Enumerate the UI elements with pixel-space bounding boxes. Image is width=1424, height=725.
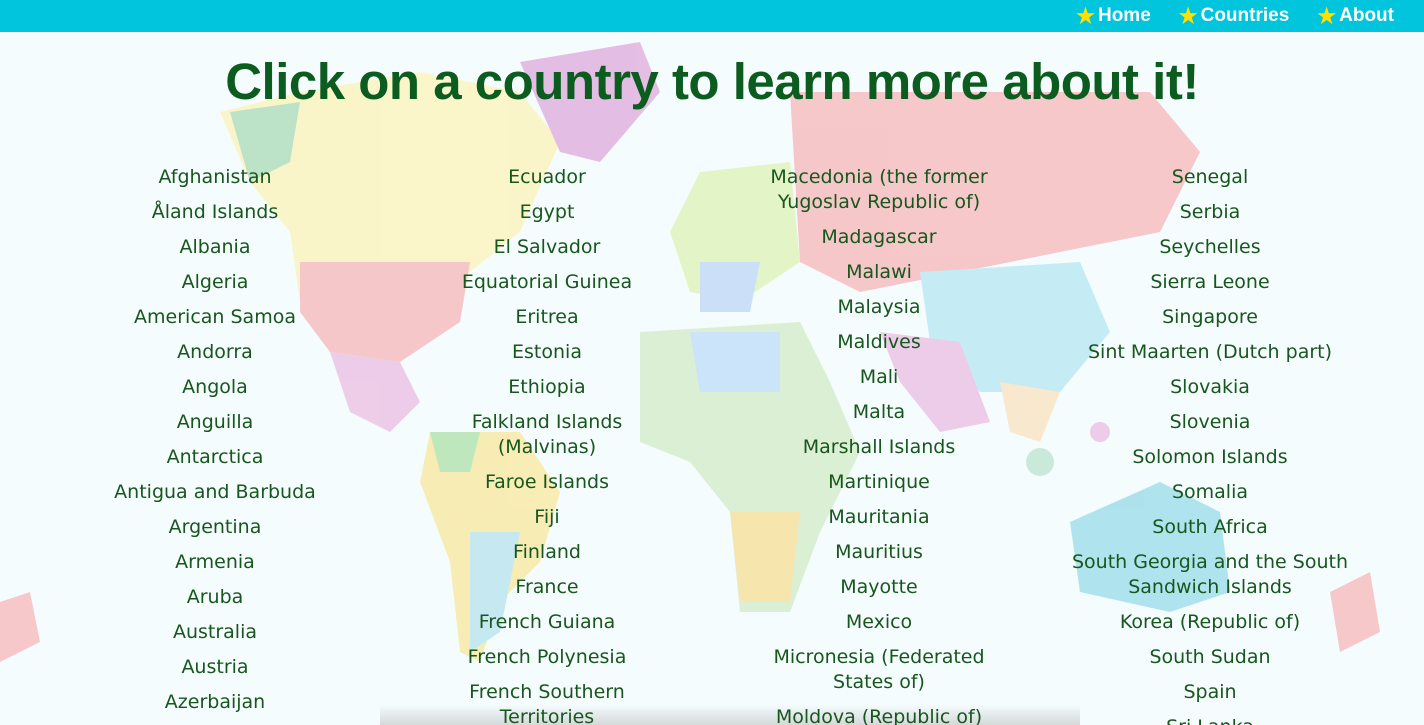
country-link[interactable]: Finland [442,540,652,565]
country-link[interactable]: Mayotte [749,575,1009,600]
country-link[interactable]: Angola [85,375,345,400]
country-link[interactable]: Madagascar [749,225,1009,250]
country-link[interactable]: Australia [85,620,345,645]
country-link[interactable]: Moldova (Republic of) [749,705,1009,725]
nav-about[interactable]: ★ About [1317,5,1394,27]
country-link[interactable]: Korea (Republic of) [1070,610,1350,635]
country-link[interactable]: Singapore [1070,305,1350,330]
country-column-4: Senegal Serbia Seychelles Sierra Leone Singa… [1070,165,1350,725]
country-link[interactable]: Andorra [85,340,345,365]
nav-about-label: About [1339,5,1394,26]
country-link[interactable]: French Southern Territories [442,680,652,725]
country-link[interactable]: Slovenia [1070,410,1350,435]
country-link[interactable]: Antarctica [85,445,345,470]
country-link[interactable]: Antigua and Barbuda [85,480,345,505]
nav-home[interactable]: ★ Home [1076,5,1151,27]
country-link[interactable]: Mali [749,365,1009,390]
country-link[interactable]: French Polynesia [442,645,652,670]
country-link[interactable]: Azerbaijan [85,690,345,715]
country-link[interactable]: Slovakia [1070,375,1350,400]
country-link[interactable]: Fiji [442,505,652,530]
country-link[interactable]: French Guiana [442,610,652,635]
country-link[interactable]: Albania [85,235,345,260]
nav-home-label: Home [1097,5,1151,26]
country-link[interactable]: El Salvador [442,235,652,260]
country-link[interactable]: Micronesia (Federated States of) [749,645,1009,695]
star-icon: ★ [1076,4,1095,28]
country-column-1: Afghanistan Åland Islands Albania Algeria Am… [85,165,345,725]
country-link[interactable]: Afghanistan [85,165,345,190]
country-link[interactable]: Marshall Islands [749,435,1009,460]
star-icon: ★ [1317,4,1337,28]
country-link[interactable]: Mauritius [749,540,1009,565]
country-link[interactable]: Anguilla [85,410,345,435]
country-link[interactable]: Ethiopia [442,375,652,400]
country-link[interactable]: Malaysia [749,295,1009,320]
country-link[interactable]: Mauritania [749,505,1009,530]
country-link[interactable]: Maldives [749,330,1009,355]
country-link[interactable]: Sint Maarten (Dutch part) [1070,340,1350,365]
top-navigation-bar: ★ Home ★ Countries ★ About [0,0,1424,32]
country-link[interactable]: Martinique [749,470,1009,495]
nav-countries[interactable]: ★ Countries [1179,5,1290,27]
country-link[interactable]: Egypt [442,200,652,225]
country-link[interactable]: Estonia [442,340,652,365]
country-link[interactable]: Macedonia (the former Yugoslav Republic … [749,165,1009,215]
country-link[interactable]: Spain [1070,680,1350,705]
country-link[interactable]: Seychelles [1070,235,1350,260]
country-link[interactable]: France [442,575,652,600]
country-link[interactable]: Somalia [1070,480,1350,505]
country-link[interactable]: Solomon Islands [1070,445,1350,470]
star-icon: ★ [1178,4,1198,28]
country-link[interactable]: Serbia [1070,200,1350,225]
country-column-3: Macedonia (the former Yugoslav Republic … [749,165,1009,725]
country-link[interactable]: Sierra Leone [1070,270,1350,295]
country-link[interactable]: South Africa [1070,515,1350,540]
country-link[interactable]: Armenia [85,550,345,575]
main-nav: ★ Home ★ Countries ★ About [1076,0,1394,32]
page-title: Click on a country to learn more about i… [225,53,1199,110]
country-link[interactable]: Malta [749,400,1009,425]
country-link[interactable]: Argentina [85,515,345,540]
country-link[interactable]: South Georgia and the South Sandwich Isl… [1070,550,1350,600]
country-link[interactable]: Equatorial Guinea [442,270,652,295]
nav-countries-label: Countries [1200,5,1290,26]
country-link[interactable]: Malawi [749,260,1009,285]
country-link[interactable]: American Samoa [85,305,345,330]
country-link[interactable]: Sri Lanka [1070,715,1350,725]
country-link[interactable]: Senegal [1070,165,1350,190]
country-link[interactable]: Eritrea [442,305,652,330]
country-link[interactable]: Austria [85,655,345,680]
country-link[interactable]: Ecuador [442,165,652,190]
country-link[interactable]: Mexico [749,610,1009,635]
country-link[interactable]: Falkland Islands (Malvinas) [442,410,652,460]
country-link[interactable]: Algeria [85,270,345,295]
country-link[interactable]: Aruba [85,585,345,610]
country-column-2: Ecuador Egypt El Salvador Equatorial Guinea… [442,165,652,725]
country-link[interactable]: South Sudan [1070,645,1350,670]
country-link[interactable]: Faroe Islands [442,470,652,495]
country-link[interactable]: Åland Islands [85,200,345,225]
